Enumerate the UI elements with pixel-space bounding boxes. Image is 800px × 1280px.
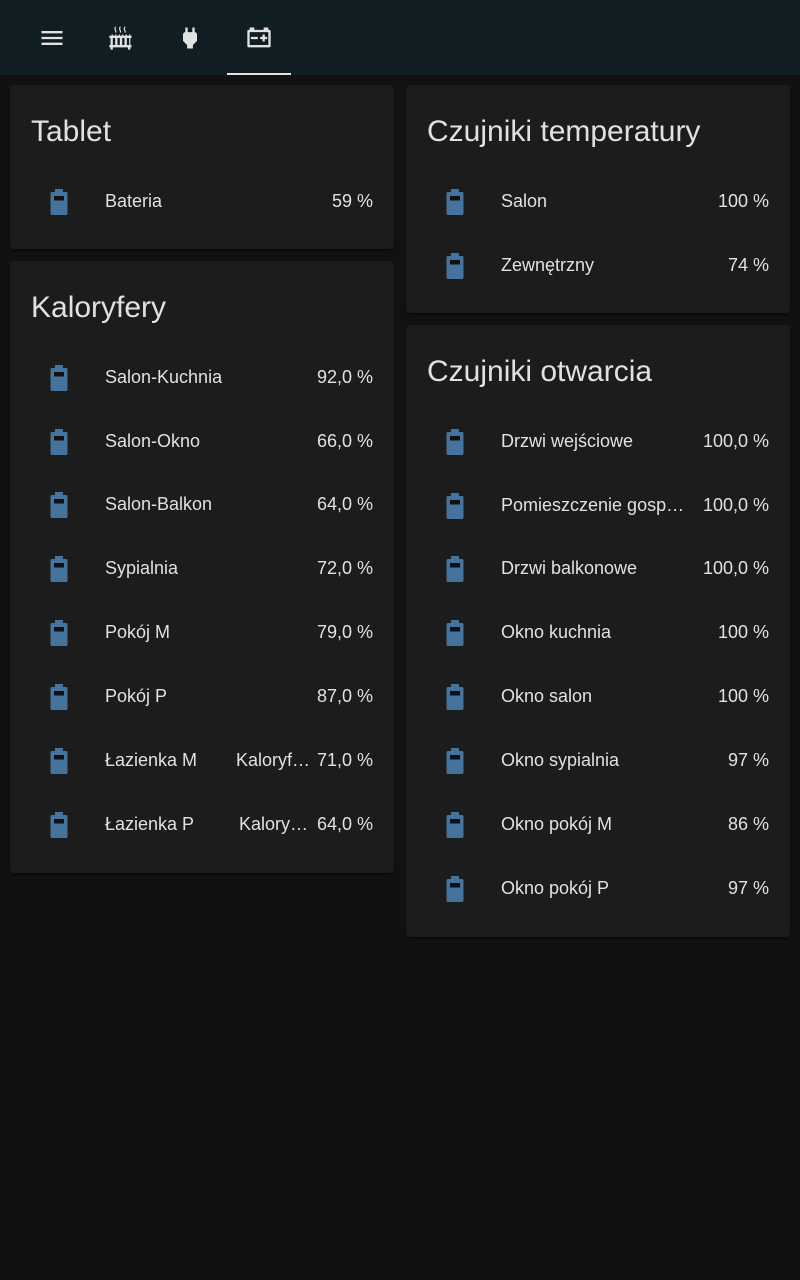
battery-icon [443,188,467,216]
entity-row[interactable]: Pomieszczenie gosp… 100,0 % [406,474,790,538]
entity-value: 79,0 % [316,622,373,642]
entity-value: 86 % [727,814,769,834]
tab-power[interactable] [158,0,222,75]
car-battery-icon [247,27,271,47]
entity-name: Bateria [105,191,163,211]
entity-name: Salon-Balkon [105,494,213,514]
card-tablet: Tablet Bateria 59 % [10,85,394,249]
entity-secondary-info: Kalory… [239,814,309,834]
card-title: Czujniki otwarcia [427,355,653,388]
entity-name: Sypialnia [105,558,179,578]
entity-value: 74 % [727,255,769,275]
entity-row[interactable]: Okno pokój M 86 % [406,793,790,857]
entity-value: 97 % [727,750,769,770]
entity-name: Okno sypialnia [501,750,620,770]
battery-icon [443,875,467,903]
entity-row[interactable]: Okno kuchnia 100 % [406,601,790,665]
entity-value: 97 % [727,878,769,898]
battery-icon [443,683,467,711]
battery-icon [47,428,71,456]
battery-icon [443,619,467,647]
battery-icon [47,491,71,519]
card-czujniki-otwarcia: Czujniki otwarcia Drzwi wejściowe 100,0 … [406,325,790,937]
top-tab-bar [0,0,800,75]
entity-row[interactable]: Okno sypialnia 97 % [406,729,790,793]
battery-icon [47,188,71,216]
entity-value: 66,0 % [316,431,373,451]
entity-row[interactable]: Zewnętrzny 74 % [406,234,790,298]
entity-value: 100 % [717,622,769,642]
entity-row[interactable]: Pokój M 79,0 % [10,601,394,665]
entity-name: Okno pokój M [501,814,613,834]
battery-icon [47,683,71,711]
entity-row[interactable]: Salon-Kuchnia 92,0 % [10,346,394,410]
entity-value: 100 % [717,686,769,706]
entity-name: Łazienka M [105,750,198,770]
battery-icon [443,811,467,839]
card-title: Kaloryfery [31,291,167,324]
menu-icon [41,30,63,45]
entity-name: Pomieszczenie gosp… [501,495,685,515]
entity-row[interactable]: Łazienka M Kaloryf… 71,0 % [10,729,394,793]
battery-icon [443,428,467,456]
entity-row[interactable]: Okno pokój P 97 % [406,857,790,921]
entity-secondary-info: Kaloryf… [236,750,311,770]
battery-icon [443,492,467,520]
entity-value: 64,0 % [316,814,373,834]
card-kaloryfery: Kaloryfery Salon-Kuchnia 92,0 % Salon-Ok… [10,261,394,873]
entity-value: 100 % [717,191,769,211]
power-plug-icon [183,27,197,48]
entity-row[interactable]: Bateria 59 % [10,170,394,234]
entity-row[interactable]: Okno salon 100 % [406,665,790,729]
entity-row[interactable]: Łazienka P Kalory… 64,0 % [10,793,394,857]
entity-name: Drzwi wejściowe [501,431,634,451]
battery-icon [47,811,71,839]
entity-value: 87,0 % [316,686,373,706]
battery-icon [47,747,71,775]
battery-icon [443,555,467,583]
entity-value: 92,0 % [316,367,373,387]
entity-value: 100,0 % [702,495,769,515]
entity-name: Okno salon [501,686,593,706]
entity-row[interactable]: Salon-Balkon 64,0 % [10,473,394,537]
entity-value: 71,0 % [316,750,373,770]
entity-name: Pokój M [105,622,171,642]
card-czujniki-temperatury: Czujniki temperatury Salon 100 % Zewnętr… [406,85,790,313]
battery-icon [47,364,71,392]
entity-name: Okno pokój P [501,878,610,898]
entity-name: Drzwi balkonowe [501,558,638,578]
entity-value: 64,0 % [316,494,373,514]
entity-name: Okno kuchnia [501,622,612,642]
entity-row[interactable]: Drzwi balkonowe 100,0 % [406,537,790,601]
entity-row[interactable]: Drzwi wejściowe 100,0 % [406,410,790,474]
entity-value: 72,0 % [316,558,373,578]
entity-value: 59 % [331,191,373,211]
entity-name: Salon-Okno [105,431,201,451]
battery-icon [443,252,467,280]
entity-row[interactable]: Sypialnia 72,0 % [10,537,394,601]
entity-name: Łazienka P [105,814,195,834]
entity-name: Pokój P [105,686,168,706]
battery-icon [47,619,71,647]
tab-batteries[interactable] [227,0,291,75]
entity-row[interactable]: Pokój P 87,0 % [10,665,394,729]
entity-value: 100,0 % [702,558,769,578]
entity-value: 100,0 % [702,431,769,451]
entity-row[interactable]: Salon-Okno 66,0 % [10,410,394,474]
card-title: Tablet [31,115,112,148]
tab-radiators[interactable] [89,0,153,75]
radiator-icon [109,25,132,50]
menu-button[interactable] [20,0,84,75]
battery-icon [443,747,467,775]
entity-name: Zewnętrzny [501,255,595,275]
card-title: Czujniki temperatury [427,115,701,148]
entity-row[interactable]: Salon 100 % [406,170,790,234]
entity-name: Salon [501,191,548,211]
battery-icon [47,555,71,583]
entity-name: Salon-Kuchnia [105,367,223,387]
